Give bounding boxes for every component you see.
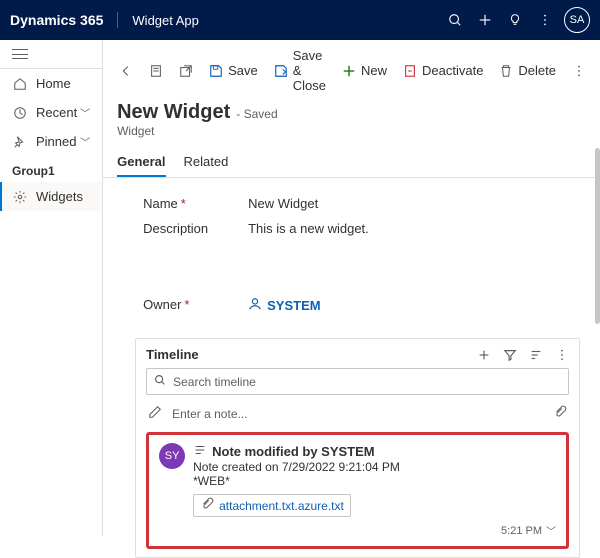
timeline-more-button[interactable] bbox=[555, 348, 569, 362]
timeline-note-item[interactable]: SY Note modified by SYSTEM Note created … bbox=[146, 432, 569, 549]
more-commands-button[interactable] bbox=[566, 60, 592, 82]
sidebar-group-label: Group1 bbox=[0, 156, 102, 182]
sidebar: Home Recent ﹀ Pinned ﹀ Group1 Widgets bbox=[0, 40, 103, 536]
sidebar-label: Home bbox=[36, 76, 71, 91]
field-label-description: Description bbox=[143, 221, 208, 236]
name-field[interactable]: New Widget bbox=[248, 196, 318, 211]
clock-icon bbox=[12, 106, 28, 120]
note-created-text: Note created on 7/29/2022 9:21:04 PM bbox=[193, 460, 556, 474]
popout-icon bbox=[179, 64, 193, 78]
entity-name-label: Widget bbox=[117, 124, 586, 138]
tab-general[interactable]: General bbox=[117, 154, 165, 177]
search-icon bbox=[153, 373, 167, 390]
cmd-label: Delete bbox=[518, 63, 556, 78]
delete-button[interactable]: Delete bbox=[493, 59, 562, 82]
note-title-text: Note modified by SYSTEM bbox=[212, 444, 375, 459]
cmd-label: Save bbox=[228, 63, 258, 78]
cmd-label: Deactivate bbox=[422, 63, 483, 78]
saved-indicator: - Saved bbox=[236, 107, 277, 121]
note-author-avatar: SY bbox=[159, 443, 185, 469]
attachment-icon bbox=[200, 497, 214, 514]
sidebar-item-home[interactable]: Home bbox=[0, 69, 102, 98]
description-field[interactable]: This is a new widget. bbox=[248, 221, 369, 236]
save-button[interactable]: Save bbox=[203, 59, 264, 82]
owner-field[interactable]: SYSTEM bbox=[248, 297, 320, 314]
tab-related[interactable]: Related bbox=[184, 154, 229, 177]
person-icon bbox=[248, 297, 262, 314]
required-indicator: * bbox=[181, 196, 186, 211]
timeline-add-button[interactable] bbox=[477, 348, 491, 362]
command-bar: Save Save & Close New Deactivate Delete bbox=[103, 40, 600, 101]
save-icon bbox=[209, 64, 223, 78]
timeline-title: Timeline bbox=[146, 347, 199, 362]
search-icon[interactable] bbox=[440, 0, 470, 40]
pin-icon bbox=[12, 135, 28, 149]
attachment-icon[interactable] bbox=[553, 405, 567, 422]
timeline-search-input[interactable]: Search timeline bbox=[146, 368, 569, 395]
field-label-name: Name bbox=[143, 196, 178, 211]
scrollbar[interactable] bbox=[595, 148, 600, 324]
gear-icon bbox=[12, 190, 28, 204]
form-selector-button[interactable] bbox=[143, 60, 169, 82]
trash-icon bbox=[499, 64, 513, 78]
save-close-icon bbox=[274, 64, 288, 78]
deactivate-icon bbox=[403, 64, 417, 78]
sidebar-label: Pinned bbox=[36, 134, 76, 149]
lightbulb-icon[interactable] bbox=[500, 0, 530, 40]
note-body-text: *WEB* bbox=[193, 474, 556, 488]
chevron-down-icon: ﹀ bbox=[80, 105, 90, 120]
sidebar-label: Widgets bbox=[36, 189, 83, 204]
cmd-label: Save & Close bbox=[293, 48, 326, 93]
new-button[interactable]: New bbox=[336, 59, 393, 82]
cmd-label: New bbox=[361, 63, 387, 78]
sidebar-item-widgets[interactable]: Widgets bbox=[0, 182, 102, 211]
save-close-button[interactable]: Save & Close bbox=[268, 44, 332, 97]
plus-icon bbox=[342, 64, 356, 78]
brand-label: Dynamics 365 bbox=[10, 12, 118, 28]
sidebar-item-pinned[interactable]: Pinned ﹀ bbox=[0, 127, 102, 156]
timeline-filter-button[interactable] bbox=[503, 348, 517, 362]
attachment-filename: attachment.txt.azure.txt bbox=[219, 499, 344, 513]
form-icon bbox=[149, 64, 163, 78]
note-compose-input[interactable]: Enter a note... bbox=[172, 407, 543, 421]
owner-value: SYSTEM bbox=[267, 298, 320, 313]
required-indicator: * bbox=[184, 297, 189, 312]
arrow-left-icon bbox=[119, 64, 133, 78]
home-icon bbox=[12, 77, 28, 91]
timeline-section: Timeline Search timeline Enter a note...… bbox=[135, 338, 580, 558]
search-placeholder: Search timeline bbox=[173, 375, 256, 389]
add-icon[interactable] bbox=[470, 0, 500, 40]
user-avatar[interactable]: SA bbox=[564, 7, 590, 33]
sidebar-item-recent[interactable]: Recent ﹀ bbox=[0, 98, 102, 127]
app-name-label: Widget App bbox=[118, 13, 199, 28]
edit-icon[interactable] bbox=[148, 405, 162, 422]
back-button[interactable] bbox=[113, 60, 139, 82]
global-topbar: Dynamics 365 Widget App SA bbox=[0, 0, 600, 40]
note-attachment-link[interactable]: attachment.txt.azure.txt bbox=[193, 494, 351, 517]
note-timestamp: 5:21 PM bbox=[501, 525, 542, 537]
field-label-owner: Owner bbox=[143, 297, 181, 312]
note-type-icon bbox=[193, 443, 207, 460]
chevron-down-icon: ﹀ bbox=[80, 134, 90, 149]
timeline-sort-button[interactable] bbox=[529, 348, 543, 362]
deactivate-button[interactable]: Deactivate bbox=[397, 59, 489, 82]
sidebar-label: Recent bbox=[36, 105, 77, 120]
page-title: New Widget bbox=[117, 101, 230, 124]
more-vertical-icon[interactable] bbox=[530, 0, 560, 40]
hamburger-icon[interactable] bbox=[12, 48, 28, 60]
open-new-window-button[interactable] bbox=[173, 60, 199, 82]
